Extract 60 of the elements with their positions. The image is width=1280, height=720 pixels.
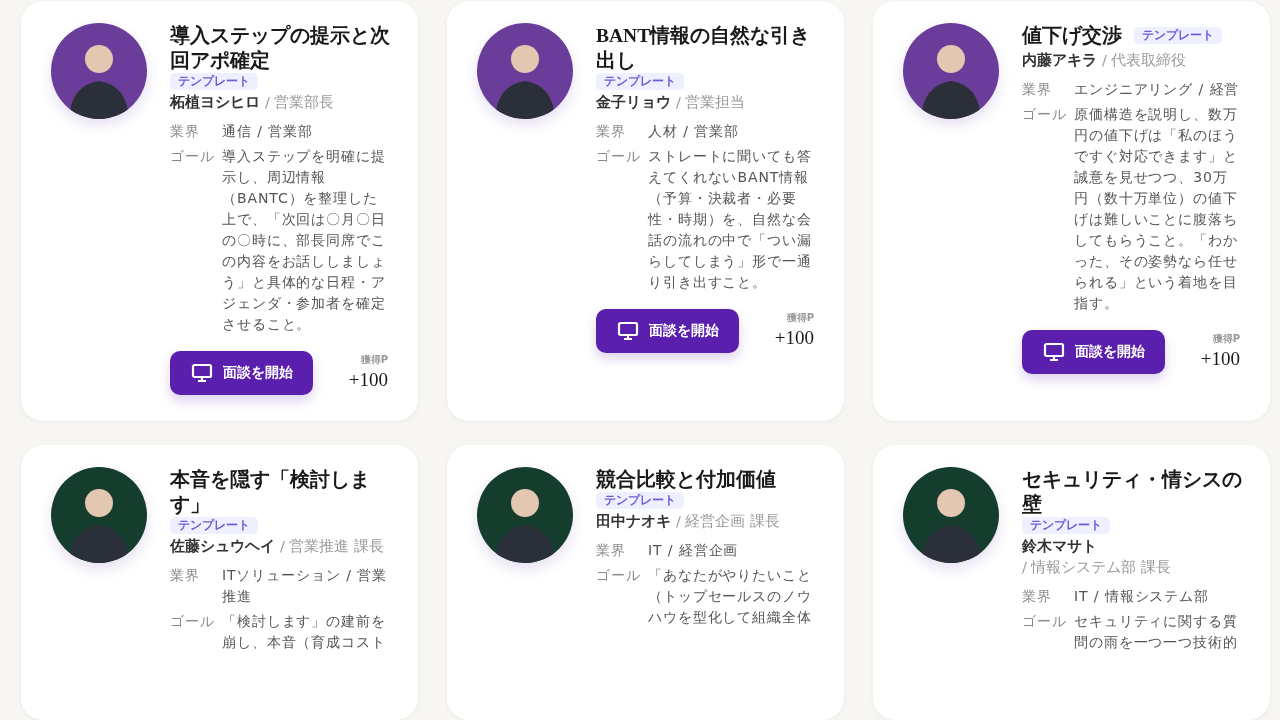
monitor-icon bbox=[191, 363, 213, 383]
field-value: IT / 情報システム部 bbox=[1074, 587, 1211, 606]
field-label: ゴール bbox=[1022, 612, 1068, 631]
card-title: 本音を隠す「検討します」 bbox=[170, 467, 371, 517]
persona-name: 田中ナオキ bbox=[596, 512, 671, 531]
field-value: 「あなたがやりたいこと（トップセールスのノウハウを型化して組織全体 bbox=[648, 566, 813, 627]
field-value: セキュリティに関する質問の雨を一つ一つ技術的 bbox=[1074, 612, 1239, 652]
start-interview-button[interactable]: 面談を開始 bbox=[596, 309, 739, 353]
card-title: BANT情報の自然な引き出し bbox=[596, 24, 812, 73]
persona-role: / 経営企画 課長 bbox=[676, 512, 781, 531]
persona-role: / 営業部長 bbox=[265, 93, 335, 112]
template-badge: テンプレート bbox=[170, 73, 258, 90]
monitor-icon bbox=[1043, 342, 1065, 362]
field-label: ゴール bbox=[170, 147, 216, 166]
template-badge: テンプレート bbox=[170, 517, 258, 534]
template-badge: テンプレート bbox=[1022, 517, 1110, 534]
field-value: 「検討します」の建前を崩し、本音（育成コスト bbox=[222, 612, 387, 652]
field-value: 導入ステップを明確に提示し、周辺情報（BANTC）を整理した上で、「次回は〇月〇日の〇時に、部長同席でこの内容をお話ししましょう」と具体的な日程・アジェンダ・参加者を確定させること。 bbox=[222, 147, 387, 334]
field-value: 通信 / 営業部 bbox=[222, 122, 314, 141]
card-title: 競合比較と付加価値 bbox=[596, 468, 776, 492]
field-value: ストレートに聞いても答えてくれないBANT情報（予算・決裁者・必要性・時期）を、自然な会話の流れの中で「つい漏らしてしまう」形で一通り引き出すこと。 bbox=[648, 147, 813, 292]
persona-name: 佐藤シュウヘイ bbox=[170, 537, 275, 556]
field-value: 人材 / 営業部 bbox=[648, 122, 740, 141]
card-title: セキュリティ・情シスの壁 bbox=[1022, 468, 1242, 517]
card-title: 値下げ交渉 bbox=[1022, 23, 1122, 48]
field-label: ゴール bbox=[170, 612, 216, 631]
points-label: 獲得P bbox=[359, 353, 388, 367]
field-value: IT / 経営企画 bbox=[648, 541, 740, 560]
field-label: 業界 bbox=[596, 122, 627, 141]
field-label: ゴール bbox=[596, 566, 642, 585]
field-value: 原価構造を説明し、数万円の値下げは「私のほうですぐ対応できます」と誠意を見せつつ、30万円（数十万単位）の値下げは難しいことに腹落ちしてもらうこと。「わかった、その姿勢なら任せられる」という着地を目指す。 bbox=[1074, 105, 1239, 313]
persona-role: / 代表取締役 bbox=[1102, 51, 1187, 70]
template-badge: テンプレート bbox=[596, 492, 684, 509]
persona-name: 内藤アキラ bbox=[1022, 51, 1097, 70]
template-badge: テンプレート bbox=[596, 73, 684, 90]
points-value: +100 bbox=[1200, 347, 1240, 371]
start-interview-button[interactable]: 面談を開始 bbox=[170, 351, 313, 395]
field-label: 業界 bbox=[596, 541, 627, 560]
monitor-icon bbox=[617, 321, 639, 341]
field-label: 業界 bbox=[1022, 80, 1053, 99]
field-label: ゴール bbox=[596, 147, 642, 166]
persona-name: 柘植ヨシヒロ bbox=[170, 93, 260, 112]
field-value: ITソリューション / 営業推進 bbox=[222, 566, 388, 606]
card-title: 導入ステップの提示と次回アポ確定 bbox=[170, 23, 390, 73]
persona-name: 鈴木マサト bbox=[1022, 537, 1097, 556]
field-label: ゴール bbox=[1022, 105, 1068, 124]
points-label: 獲得P bbox=[785, 311, 814, 325]
field-label: 業界 bbox=[1022, 587, 1053, 606]
persona-role: / 営業推進 課長 bbox=[280, 537, 385, 556]
points-value: +100 bbox=[774, 326, 814, 350]
points-label: 獲得P bbox=[1211, 332, 1240, 346]
persona-role: / 営業担当 bbox=[676, 93, 746, 112]
persona-role: / 情報システム部 課長 bbox=[1022, 558, 1172, 577]
field-label: 業界 bbox=[170, 122, 201, 141]
start-interview-button[interactable]: 面談を開始 bbox=[1022, 330, 1165, 374]
persona-name: 金子リョウ bbox=[596, 93, 671, 112]
field-value: エンジニアリング / 経営 bbox=[1074, 80, 1241, 99]
template-badge: テンプレート bbox=[1134, 27, 1222, 44]
points-value: +100 bbox=[348, 368, 388, 392]
field-label: 業界 bbox=[170, 566, 201, 585]
